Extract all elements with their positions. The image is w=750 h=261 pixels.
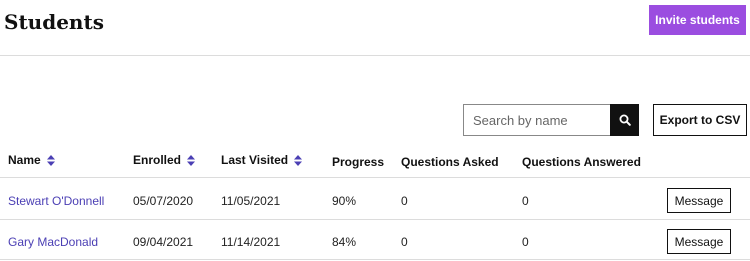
progress-value: 90%: [332, 194, 357, 208]
export-csv-button[interactable]: Export to CSV: [653, 104, 747, 136]
student-name-link[interactable]: Gary MacDonald: [8, 235, 98, 249]
search-input[interactable]: [463, 104, 610, 136]
table-header-divider: [0, 177, 750, 178]
column-header-questions-asked: Questions Asked: [401, 155, 499, 169]
sort-icon: [187, 154, 196, 166]
column-header-enrolled[interactable]: Enrolled: [133, 153, 196, 167]
column-header-questions-answered: Questions Answered: [522, 155, 641, 169]
last-visited-date: 11/05/2021: [221, 194, 281, 208]
sort-icon: [46, 154, 55, 166]
questions-answered-value: 0: [522, 235, 529, 249]
column-header-name[interactable]: Name: [8, 153, 55, 167]
column-header-name-label: Name: [8, 153, 41, 167]
student-name-link[interactable]: Stewart O'Donnell: [8, 194, 104, 208]
invite-students-button[interactable]: Invite students: [649, 5, 746, 35]
questions-asked-value: 0: [401, 194, 408, 208]
magnifier-icon: [619, 114, 631, 126]
last-visited-date: 11/14/2021: [221, 235, 281, 249]
progress-value: 84%: [332, 235, 357, 249]
sort-icon: [294, 154, 303, 166]
row-divider: [0, 219, 750, 220]
message-button[interactable]: Message: [667, 188, 731, 213]
enrolled-date: 05/07/2020: [133, 194, 194, 208]
questions-answered-value: 0: [522, 194, 529, 208]
enrolled-date: 09/04/2021: [133, 235, 194, 249]
column-header-progress: Progress: [332, 155, 385, 169]
column-header-last-visited[interactable]: Last Visited: [221, 153, 303, 167]
header-divider: [0, 55, 750, 56]
row-divider: [0, 259, 750, 260]
questions-asked-value: 0: [401, 235, 408, 249]
page-title: Students: [4, 10, 104, 34]
column-header-enrolled-label: Enrolled: [133, 153, 182, 167]
message-button[interactable]: Message: [667, 229, 731, 254]
search-bar: [463, 104, 639, 136]
column-header-last-visited-label: Last Visited: [221, 153, 289, 167]
search-button[interactable]: [610, 104, 639, 136]
